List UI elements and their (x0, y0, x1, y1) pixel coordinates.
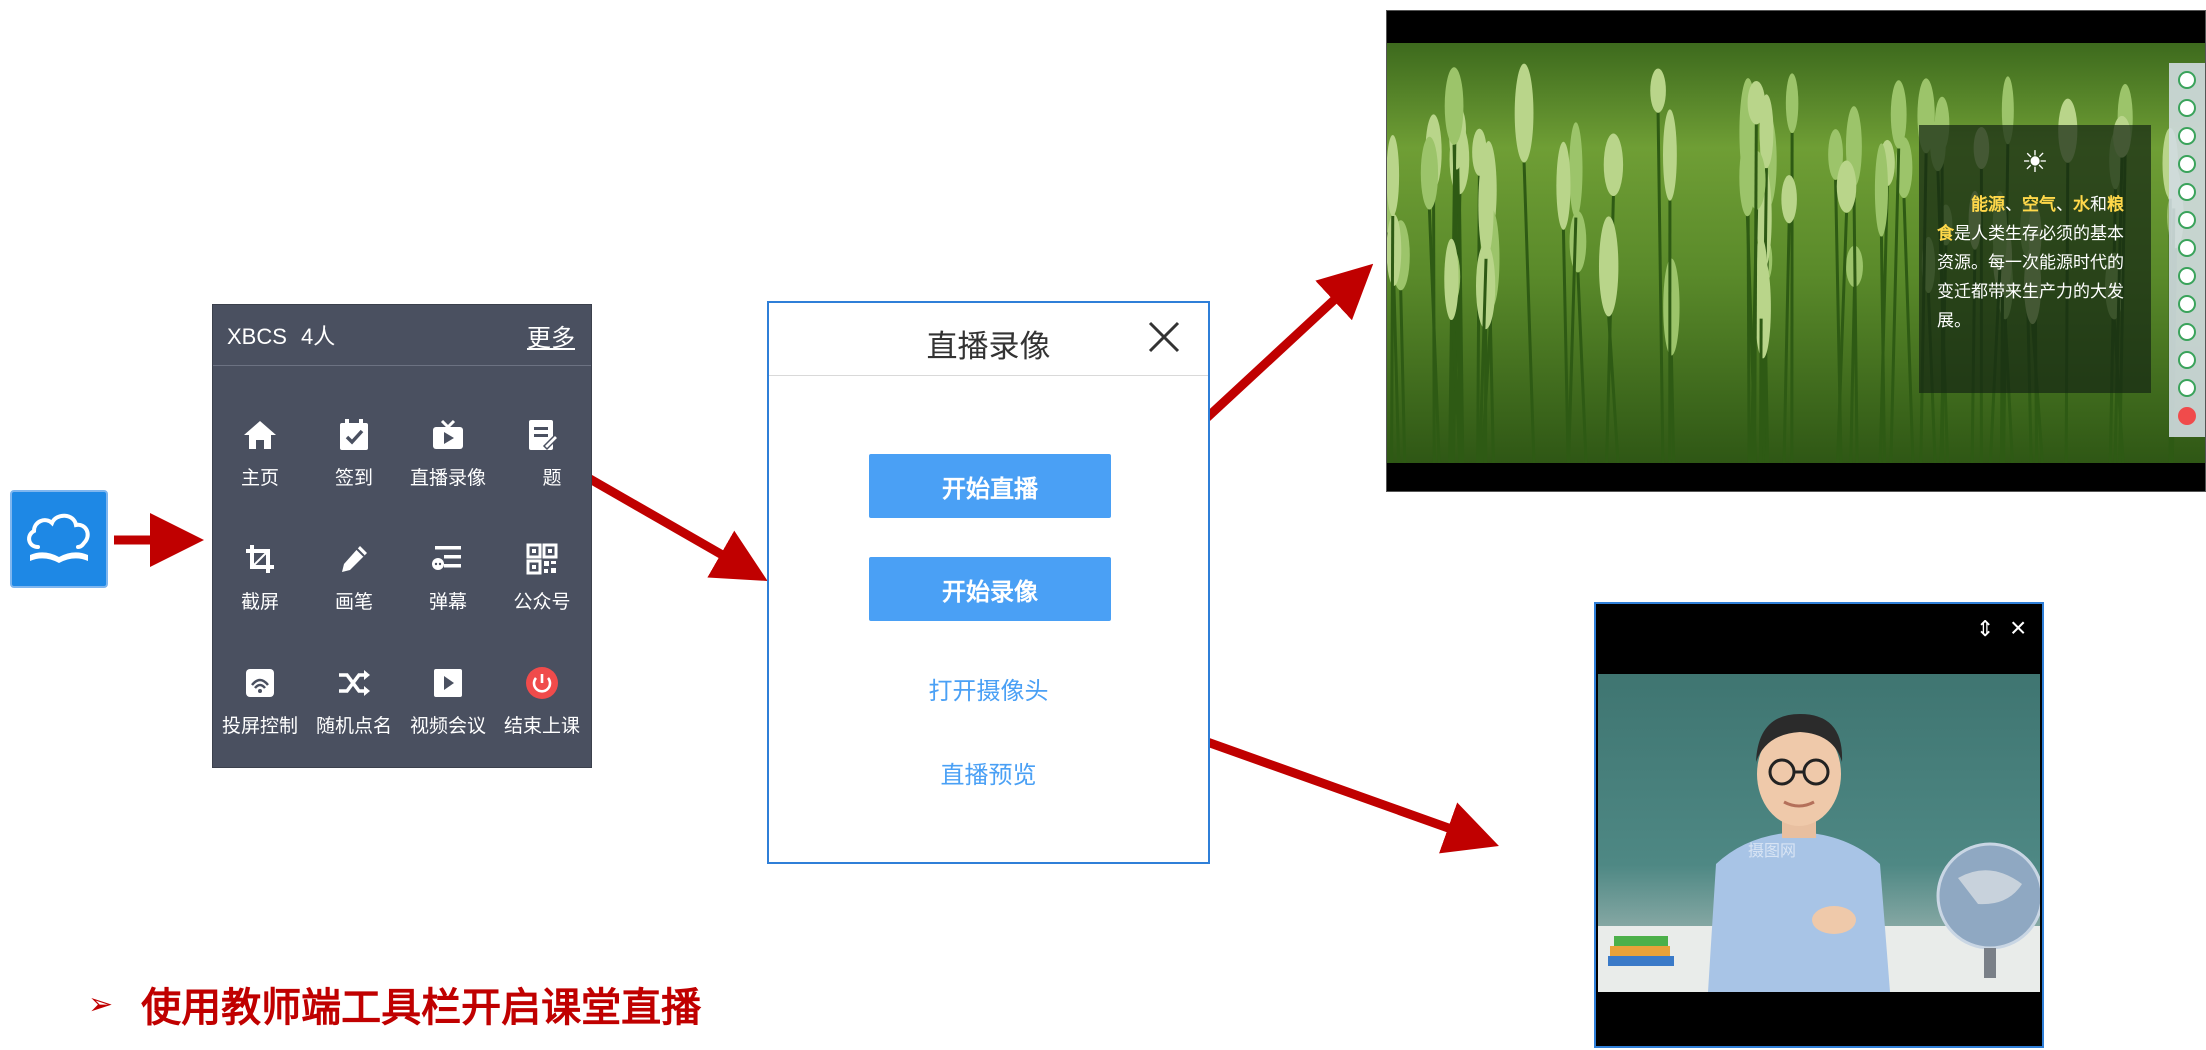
tool-home[interactable]: 主页 (213, 415, 307, 525)
video-icon (428, 663, 468, 703)
pin-icon[interactable]: ⇕ (1976, 616, 1994, 642)
info-text-part: 、 (2005, 195, 2022, 214)
live-tv-icon (428, 415, 468, 455)
rail-power-icon[interactable] (2178, 407, 2196, 425)
tool-random-call[interactable]: 随机点名 (307, 663, 401, 773)
toolbar-grid: 主页 签到 直播录像 题 截屏 画笔 弹幕 公众号 投屏控制 随机点名 视频会议… (213, 365, 591, 767)
rail-tool-icon[interactable] (2178, 183, 2196, 201)
close-icon (1148, 321, 1180, 353)
slide-caption: ➢ 使用教师端工具栏开启课堂直播 (88, 975, 701, 1033)
home-icon (240, 415, 280, 455)
live-screen-preview: ☀ 能源、空气、水和粮食是人类生存必须的基本资源。每一次能源时代的变迁都带来生产… (1386, 10, 2206, 492)
info-text-part: 是人类生存必须的基本资源。每一次能源时代的变迁都带来生产力的大发展。 (1937, 224, 2124, 330)
live-preview-link[interactable]: 直播预览 (769, 755, 1208, 790)
wheat-field-image: ☀ 能源、空气、水和粮食是人类生存必须的基本资源。每一次能源时代的变迁都带来生产… (1387, 43, 2205, 463)
rail-tool-icon[interactable] (2178, 71, 2196, 89)
tool-video-meeting[interactable]: 视频会议 (401, 663, 495, 773)
cloud-book-icon (27, 513, 90, 563)
wheat-ear (1845, 106, 1862, 463)
danmaku-icon (428, 539, 468, 579)
tool-pen[interactable]: 画笔 (307, 539, 401, 649)
watermark-text: 摄图网 (1748, 842, 1796, 860)
wheat-ear (1781, 175, 1797, 463)
bullet-arrow-icon: ➢ (88, 987, 114, 1021)
tool-official-account[interactable]: 公众号 (495, 539, 589, 649)
sun-icon: ☀ (2021, 146, 2049, 179)
wheat-ear (1420, 136, 1441, 463)
info-text-part: 、 (2056, 195, 2073, 214)
info-text: 能源、空气、水和粮食是人类生存必须的基本资源。每一次能源时代的变迁都带来生产力的… (1937, 190, 2133, 335)
tool-live-record[interactable]: 直播录像 (401, 415, 495, 525)
caption-text: 使用教师端工具栏开启课堂直播 (141, 986, 702, 1030)
wheat-ear (1889, 80, 1907, 463)
class-name: XBCS (227, 324, 287, 349)
wheat-ear (1387, 214, 1402, 463)
teacher-illustration: 摄图网 (1598, 714, 2040, 992)
info-text-part: 和 (2090, 195, 2107, 214)
camera-preview-window: ⇕ × 摄图网 (1594, 602, 2044, 1048)
pen-icon (334, 539, 374, 579)
highlight-text: 空气 (2022, 195, 2056, 214)
wheat-ear (1650, 68, 1666, 463)
dialog-title-bar: 直播录像 (769, 303, 1208, 376)
rail-tool-icon[interactable] (2178, 211, 2196, 229)
student-count: 4人 (301, 324, 336, 349)
rail-tool-icon[interactable] (2178, 295, 2196, 313)
tool-screenshot[interactable]: 截屏 (213, 539, 307, 649)
rail-tool-icon[interactable] (2178, 239, 2196, 257)
rail-tool-icon[interactable] (2178, 267, 2196, 285)
info-card: ☀ 能源、空气、水和粮食是人类生存必须的基本资源。每一次能源时代的变迁都带来生产… (1919, 125, 2151, 393)
wheat-ear (1556, 141, 1571, 463)
camera-close-button[interactable]: × (2010, 612, 2026, 644)
highlight-text: 水 (2073, 195, 2090, 214)
rail-tool-icon[interactable] (2178, 323, 2196, 341)
shuffle-icon (334, 663, 374, 703)
slide-tool-rail (2169, 63, 2205, 437)
wheat-ear (1514, 63, 1536, 463)
qrcode-icon (522, 539, 562, 579)
tool-checkin[interactable]: 签到 (307, 415, 401, 525)
start-live-button[interactable]: 开始直播 (869, 454, 1111, 518)
dialog-title: 直播录像 (926, 329, 1051, 364)
rail-tool-icon[interactable] (2178, 155, 2196, 173)
rail-tool-icon[interactable] (2178, 127, 2196, 145)
cloud-app-icon[interactable] (10, 490, 108, 588)
toolbar-header: XBCS 4人 更多 (213, 305, 591, 366)
wheat-ear (1567, 122, 1583, 463)
tool-end-class[interactable]: 结束上课 (495, 663, 589, 773)
tool-cast-control[interactable]: 投屏控制 (213, 663, 307, 773)
teacher-camera-feed: 摄图网 (1598, 674, 2040, 992)
open-camera-link[interactable]: 打开摄像头 (769, 671, 1208, 706)
more-link[interactable]: 更多 (527, 318, 575, 353)
tool-quiz[interactable]: 题 (495, 415, 589, 525)
teacher-toolbar: XBCS 4人 更多 主页 签到 直播录像 题 截屏 画笔 弹幕 公众号 投屏控… (212, 304, 592, 768)
live-record-dialog: 直播录像 开始直播 开始录像 打开摄像头 直播预览 (767, 301, 1210, 864)
power-icon (522, 663, 562, 703)
rail-tool-icon[interactable] (2178, 99, 2196, 117)
rail-tool-icon[interactable] (2178, 379, 2196, 397)
tool-danmaku[interactable]: 弹幕 (401, 539, 495, 649)
checkin-icon (334, 415, 374, 455)
highlight-text: 能源 (1971, 195, 2005, 214)
dialog-close-button[interactable] (1146, 319, 1182, 355)
cast-icon (240, 663, 280, 703)
crop-icon (240, 539, 280, 579)
quiz-icon (522, 415, 562, 455)
class-info: XBCS 4人 (227, 319, 335, 351)
start-record-button[interactable]: 开始录像 (869, 557, 1111, 621)
wheat-ear (1663, 258, 1680, 463)
rail-tool-icon[interactable] (2178, 351, 2196, 369)
